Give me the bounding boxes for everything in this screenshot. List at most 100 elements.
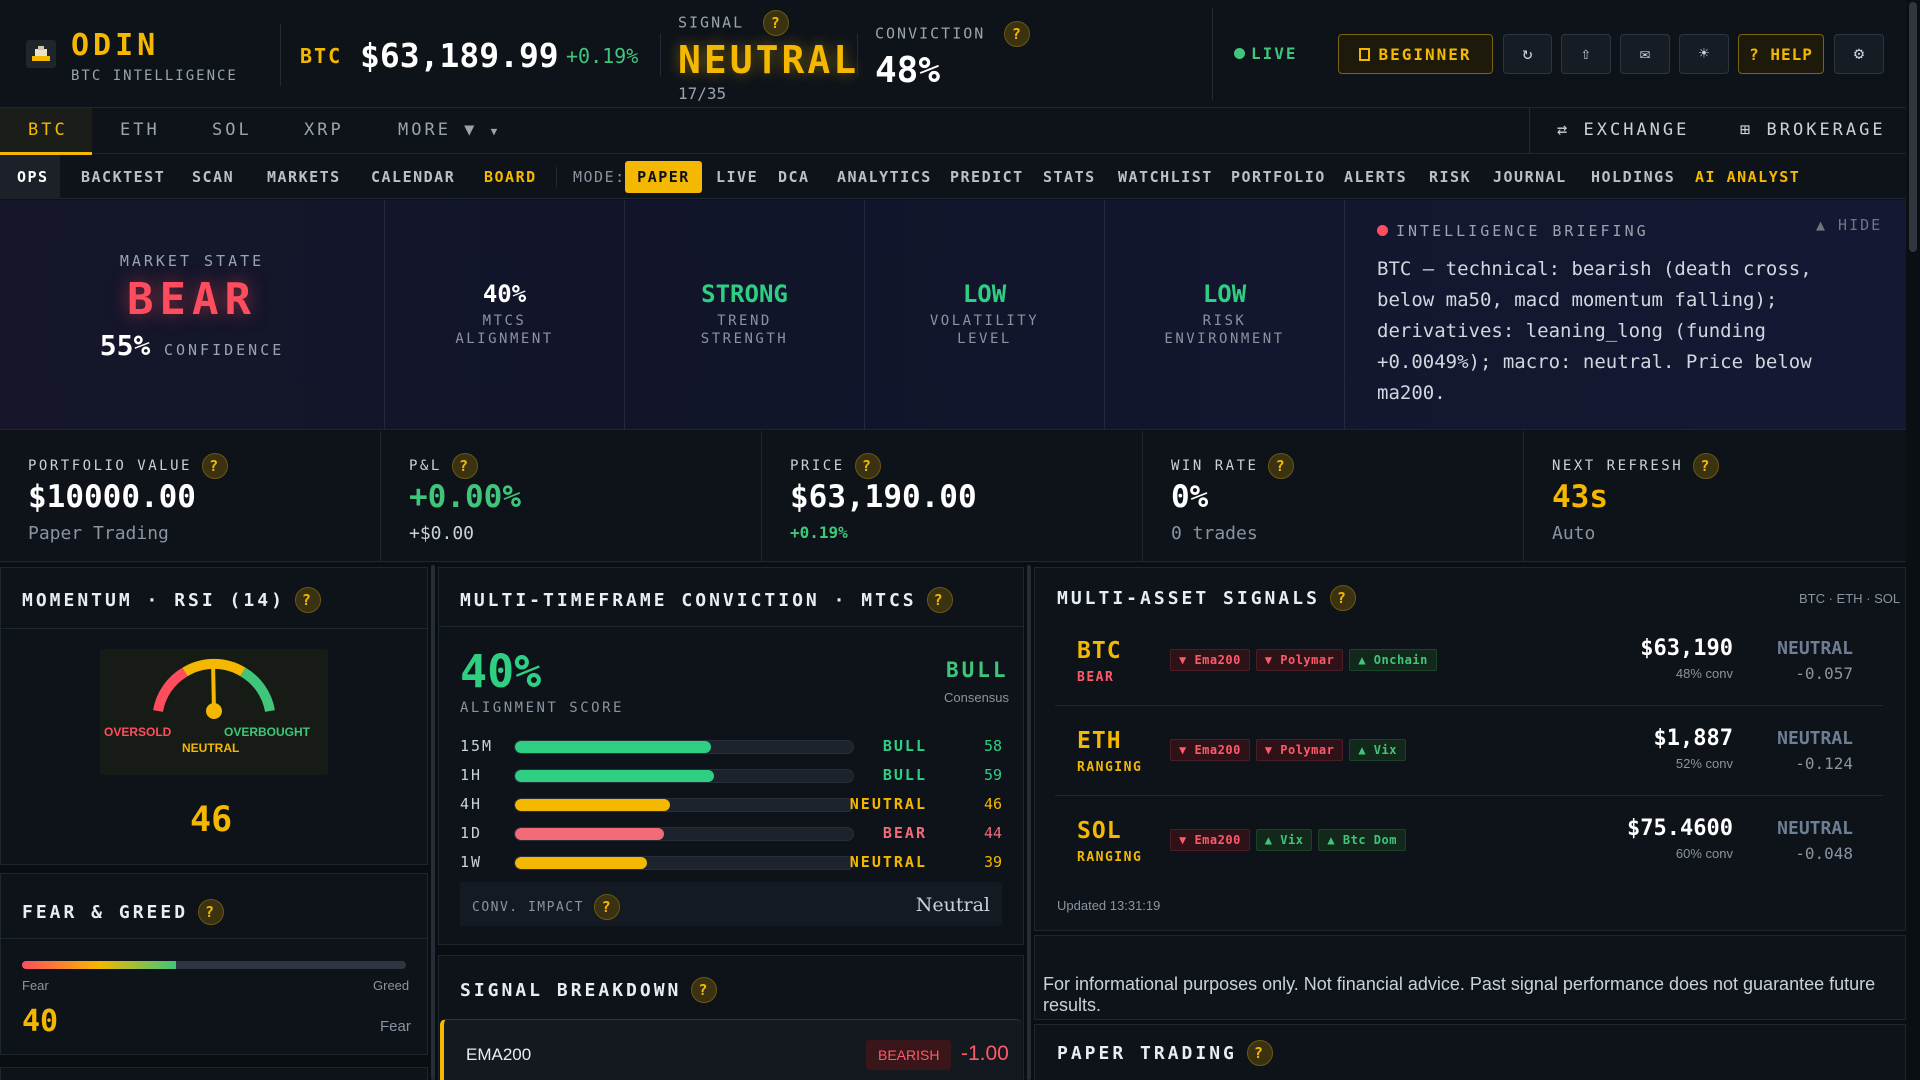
consensus-value: BULL	[946, 658, 1009, 682]
timeframe-score: 44	[983, 824, 1002, 842]
live-dot-icon	[1234, 48, 1245, 59]
asset-score: -0.048	[1795, 844, 1853, 863]
asset-row-sol[interactable]: SOL RANGING ▼ Ema200 ▲ Vix ▲ Btc Dom $75.4600…	[1055, 806, 1883, 886]
signal-tag: ▼ Polymar	[1255, 649, 1344, 671]
divider	[660, 34, 661, 76]
gear-icon: ⚙	[1853, 44, 1865, 64]
timeframe-score: 39	[983, 853, 1002, 871]
multi-asset-subtitle: BTC · ETH · SOL	[1799, 591, 1901, 606]
help-icon[interactable]: ?	[1693, 453, 1720, 479]
alignment-score: 40%	[460, 645, 542, 698]
nav-watchlist[interactable]: WATCHLIST	[1118, 168, 1213, 186]
timeframe-bar	[514, 827, 854, 841]
nav-portfolio[interactable]: PORTFOLIO	[1231, 168, 1326, 186]
signal-tag: ▲ Btc Dom	[1318, 829, 1406, 851]
nav-dca[interactable]: DCA	[778, 168, 810, 186]
help-icon[interactable]: ?	[198, 899, 225, 925]
timeframe-row: 1H BULL 59	[460, 764, 1002, 786]
gap	[438, 945, 1026, 955]
brokerage-link[interactable]: ⊞ BROKERAGE	[1740, 120, 1886, 140]
conviction-impact: CONV. IMPACT? Neutral	[460, 882, 1002, 926]
asset-conviction: 52% conv	[1675, 756, 1733, 771]
help-icon[interactable]: ?	[593, 894, 620, 920]
help-button[interactable]: ? HELP	[1738, 34, 1824, 74]
nav-alerts[interactable]: ALERTS	[1344, 168, 1407, 186]
hide-briefing-button[interactable]: ▲ HIDE	[1816, 216, 1882, 234]
column-scrollbar[interactable]	[1027, 565, 1031, 1080]
help-icon[interactable]: ?	[854, 453, 881, 479]
help-icon[interactable]: ?	[1246, 1040, 1273, 1066]
tab-btc[interactable]: BTC	[28, 120, 68, 140]
nav-analytics[interactable]: ANALYTICS	[837, 168, 932, 186]
nav-live[interactable]: LIVE	[716, 168, 758, 186]
help-icon[interactable]: ?	[763, 10, 790, 36]
timeframe-bar	[514, 769, 854, 783]
nav-calendar[interactable]: CALENDAR	[371, 168, 455, 186]
stat-label: PORTFOLIO VALUE?	[28, 453, 228, 479]
scroll-thumb[interactable]	[1909, 2, 1917, 252]
stat-label: NEXT REFRESH?	[1552, 453, 1720, 479]
help-icon[interactable]: ?	[691, 977, 718, 1003]
help-icon[interactable]: ?	[926, 587, 953, 613]
nav-holdings[interactable]: HOLDINGS	[1591, 168, 1675, 186]
page-scrollbar[interactable]	[1906, 0, 1920, 1080]
help-icon[interactable]: ?	[1329, 585, 1356, 611]
asset-tab-bar: BTC ETH SOL XRP MORE ▼ ▼ ⇄ EXCHANGE ⊞ BR…	[0, 108, 1906, 155]
odin-logo-icon	[26, 40, 56, 68]
nav-ops[interactable]: OPS	[17, 168, 49, 186]
nav-ai-analyst[interactable]: AI ANALYST	[1695, 168, 1800, 186]
nav-predict[interactable]: PREDICT	[950, 168, 1024, 186]
stat-label: WIN RATE?	[1171, 453, 1295, 479]
help-icon[interactable]: ?	[451, 453, 478, 479]
stat-portfolio-value: PORTFOLIO VALUE? $10000.00 Paper Trading	[0, 431, 381, 562]
stat-sub: Paper Trading	[28, 523, 169, 544]
tab-sol[interactable]: SOL	[212, 120, 252, 140]
signal-count: 17/35	[678, 84, 727, 103]
disclaimer-text: For informational purposes only. Not fin…	[1043, 974, 1876, 1015]
nav-stats[interactable]: STATS	[1043, 168, 1096, 186]
beginner-button[interactable]: BEGINNER	[1338, 34, 1493, 74]
share-button[interactable]: ⇧	[1561, 34, 1611, 74]
signal-row-ema200[interactable]: EMA200 BEARISH -1.00	[440, 1019, 1022, 1080]
divider	[1, 938, 429, 939]
divider	[556, 167, 557, 187]
timeframe-row: 1W NEUTRAL 39	[460, 851, 1002, 873]
nav-journal[interactable]: JOURNAL	[1493, 168, 1567, 186]
help-icon[interactable]: ?	[201, 453, 228, 479]
asset-symbol: ETH	[1077, 728, 1122, 754]
nav-risk[interactable]: RISK	[1429, 168, 1471, 186]
mode-paper-button[interactable]: PAPER	[625, 161, 702, 193]
confidence-value: 55%	[99, 329, 151, 362]
settings-button[interactable]: ⚙	[1834, 34, 1884, 74]
refresh-button[interactable]: ↻	[1503, 34, 1552, 74]
grid-icon: ⊞	[1740, 120, 1754, 140]
timeframe-bar-fill	[515, 857, 647, 869]
paper-trading-title: PAPER TRADING?	[1057, 1040, 1273, 1066]
tab-eth[interactable]: ETH	[120, 120, 160, 140]
metric-value: LOW	[962, 280, 1007, 308]
mail-button[interactable]: ✉	[1620, 34, 1670, 74]
asset-row-eth[interactable]: ETH RANGING ▼ Ema200 ▼ Polymar ▲ Vix $1,887 52…	[1055, 716, 1883, 796]
swap-icon: ⇄	[1557, 120, 1571, 140]
tab-more[interactable]: MORE ▼ ▼	[398, 120, 500, 140]
stat-pnl: P&L? +0.00% +$0.00	[381, 431, 762, 562]
tab-xrp[interactable]: XRP	[304, 120, 344, 140]
help-icon[interactable]: ?	[1268, 453, 1295, 479]
exchange-link[interactable]: ⇄ EXCHANGE	[1557, 120, 1689, 140]
nav-scan[interactable]: SCAN	[192, 168, 234, 186]
nav-backtest[interactable]: BACKTEST	[81, 168, 165, 186]
column-scrollbar[interactable]	[431, 565, 435, 1080]
rsi-title: MOMENTUM · RSI (14)?	[22, 587, 321, 613]
asset-price: $63,190	[1640, 636, 1733, 661]
nav-board[interactable]: BOARD	[484, 168, 537, 186]
app-subtitle: BTC INTELLIGENCE	[71, 68, 238, 84]
stat-label: P&L?	[409, 453, 478, 479]
asset-row-btc[interactable]: BTC BEAR ▼ Ema200 ▼ Polymar ▲ Onchain $63,190…	[1055, 626, 1883, 706]
help-icon[interactable]: ?	[294, 587, 321, 613]
alignment-score-label: ALIGNMENT SCORE	[460, 700, 624, 716]
fear-greed-title: FEAR & GREED?	[22, 899, 225, 925]
help-icon[interactable]: ?	[1004, 21, 1031, 47]
nav-markets[interactable]: MARKETS	[267, 168, 341, 186]
theme-button[interactable]: ☀	[1679, 34, 1729, 74]
metric-value: 40%	[482, 280, 527, 308]
